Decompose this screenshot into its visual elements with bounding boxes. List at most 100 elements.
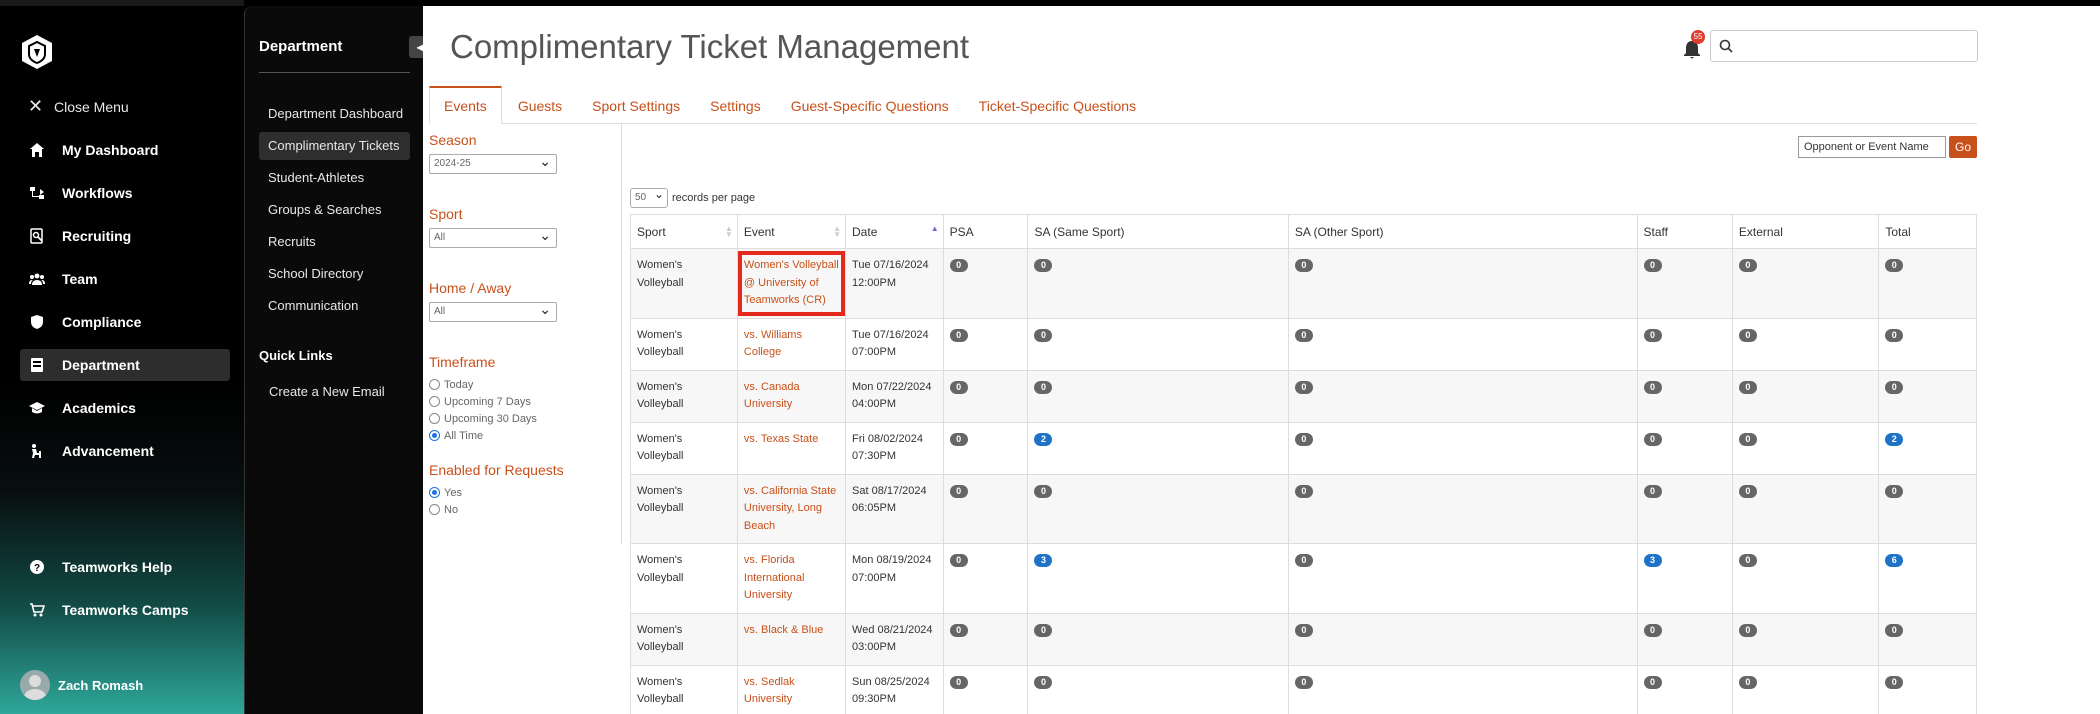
psa-cell: 0 (942, 369, 1029, 423)
main-sidebar: ✕ Close Menu My Dashboard Workflows Recrui… (0, 0, 244, 714)
sort-icon[interactable]: ▲ ▼ (833, 225, 841, 239)
close-menu-button[interactable]: ✕ Close Menu (28, 96, 129, 117)
column-header-sa-same-sport-[interactable]: SA (Same Sport) (1027, 214, 1289, 249)
enabled-option[interactable]: Yes (429, 484, 565, 501)
date-line: 07:00PM (852, 571, 897, 584)
table-row: Women's Volleyball vs. Texas State Fri 08/… (630, 421, 1977, 475)
sidebar-item-my-dashboard[interactable]: My Dashboard (20, 134, 230, 166)
timeframe-option[interactable]: Today (429, 376, 565, 393)
tab-settings[interactable]: Settings (696, 86, 775, 124)
column-header-date[interactable]: Date ▲ (845, 214, 944, 249)
date-line: 04:00PM (852, 398, 897, 410)
global-search-input[interactable] (1737, 35, 1973, 57)
radio-button[interactable] (429, 396, 440, 407)
event-search-input[interactable] (1798, 136, 1946, 158)
event-link[interactable]: vs. Williams College (744, 327, 839, 362)
event-link[interactable]: vs. Florida International University (744, 552, 839, 605)
sidebar-item-academics[interactable]: Academics (20, 392, 230, 424)
count-badge: 0 (1643, 328, 1662, 342)
timeframe-option[interactable]: All Time (429, 427, 565, 444)
event-link[interactable]: vs. Black & Blue (744, 622, 839, 640)
sidebar-item-compliance[interactable]: Compliance (20, 306, 230, 338)
sidebar-item-workflows[interactable]: Workflows (20, 177, 230, 209)
shield-icon (28, 313, 46, 331)
timeframe-option[interactable]: Upcoming 7 Days (429, 393, 565, 410)
sidebar-item-label: My Dashboard (62, 142, 159, 158)
per-page-select[interactable]: 50 (630, 187, 668, 208)
radio-button[interactable] (429, 487, 440, 498)
staff-cell: 0 (1636, 317, 1733, 371)
tab-events[interactable]: Events (429, 86, 502, 124)
sa-same-cell: 0 (1027, 664, 1289, 714)
sa-same-cell: 0 (1027, 317, 1289, 371)
subpanel-item-department-dashboard[interactable]: Department Dashboard (259, 100, 410, 128)
column-header-sa-other-sport-[interactable]: SA (Other Sport) (1287, 214, 1638, 249)
teamworks-logo-icon[interactable] (20, 34, 54, 70)
staff-cell: 0 (1636, 369, 1733, 423)
event-link[interactable]: Women's Volleyball @ University of Teamwor… (737, 251, 846, 316)
count-badge: 0 (1885, 484, 1904, 498)
sort-icon[interactable]: ▲ (931, 225, 939, 233)
sa-other-cell: 0 (1287, 369, 1638, 423)
sidebar-item-department[interactable]: Department (20, 349, 230, 381)
subpanel-item-groups-searches[interactable]: Groups & Searches (259, 196, 410, 224)
subpanel-item-communication[interactable]: Communication (259, 292, 410, 320)
subpanel-item-student-athletes[interactable]: Student-Athletes (259, 164, 410, 192)
table-row: Women's Volleyball vs. Williams College Tu… (630, 317, 1977, 371)
column-header-sport[interactable]: Sport ▲ ▼ (630, 214, 738, 249)
event-link[interactable]: vs. Canada University (744, 379, 839, 414)
sidebar-item-advancement[interactable]: Advancement (20, 435, 230, 467)
event-cell: Women's Volleyball @ University of Teamwor… (736, 248, 847, 319)
event-link[interactable]: vs. California State University, Long Beac… (744, 483, 839, 536)
create-email-link[interactable]: Create a New Email (269, 384, 385, 399)
subpanel-item-complimentary-tickets[interactable]: Complimentary Tickets (259, 132, 410, 160)
sa-same-cell: 0 (1027, 248, 1289, 319)
radio-button[interactable] (429, 413, 440, 424)
total-cell: 0 (1878, 248, 1977, 319)
home-away-select[interactable]: All (429, 301, 557, 322)
go-button[interactable]: Go (1949, 136, 1977, 158)
count-badge: 0 (1294, 432, 1313, 446)
tab-ticket-specific-questions[interactable]: Ticket-Specific Questions (965, 86, 1150, 124)
table-row: Women's Volleyball vs. Black & Blue Wed 08… (630, 612, 1977, 666)
season-select[interactable]: 2024-25 (429, 153, 557, 174)
radio-button[interactable] (429, 504, 440, 515)
count-badge: 0 (949, 623, 968, 637)
sport-select[interactable]: All (429, 227, 557, 248)
column-header-psa[interactable]: PSA (942, 214, 1029, 249)
count-badge: 0 (1294, 554, 1313, 567)
count-badge: 0 (1738, 623, 1757, 637)
sidebar-item-teamworks-help[interactable]: ? Teamworks Help (20, 551, 230, 583)
column-header-external[interactable]: External (1731, 214, 1880, 249)
tab-sport-settings[interactable]: Sport Settings (578, 86, 694, 124)
home-icon (28, 141, 46, 159)
tab-guests[interactable]: Guests (504, 86, 576, 124)
timeframe-option[interactable]: Upcoming 30 Days (429, 410, 565, 427)
column-header-staff[interactable]: Staff (1636, 214, 1733, 249)
psa-cell: 0 (942, 248, 1029, 319)
sidebar-item-recruiting[interactable]: Recruiting (20, 220, 230, 252)
subpanel-item-school-directory[interactable]: School Directory (259, 260, 410, 288)
column-header-total[interactable]: Total (1878, 214, 1977, 249)
count-badge: 0 (1738, 484, 1757, 498)
sidebar-item-teamworks-camps[interactable]: Teamworks Camps (20, 594, 230, 626)
count-badge: 0 (1294, 675, 1313, 689)
user-profile[interactable]: Zach Romash (20, 670, 143, 700)
user-name: Zach Romash (58, 677, 144, 693)
tab-guest-specific-questions[interactable]: Guest-Specific Questions (777, 86, 963, 124)
sa-same-cell: 3 (1027, 543, 1289, 614)
psa-cell: 0 (942, 421, 1029, 475)
external-cell: 0 (1731, 664, 1880, 714)
radio-button[interactable] (429, 430, 440, 441)
table-row: Women's Volleyball Women's Volleyball @ Un… (630, 248, 1977, 319)
sidebar-item-team[interactable]: Team (20, 263, 230, 295)
sort-icon[interactable]: ▲ ▼ (725, 225, 733, 239)
event-link[interactable]: vs. Sedlak University (744, 674, 839, 709)
sa-same-cell: 0 (1027, 612, 1289, 666)
subpanel-item-recruits[interactable]: Recruits (259, 228, 410, 256)
column-header-event[interactable]: Event ▲ ▼ (736, 214, 847, 249)
radio-button[interactable] (429, 379, 440, 390)
event-link[interactable]: vs. Texas State (744, 431, 839, 449)
enabled-option[interactable]: No (429, 501, 565, 518)
column-header-label: Sport (637, 224, 666, 239)
